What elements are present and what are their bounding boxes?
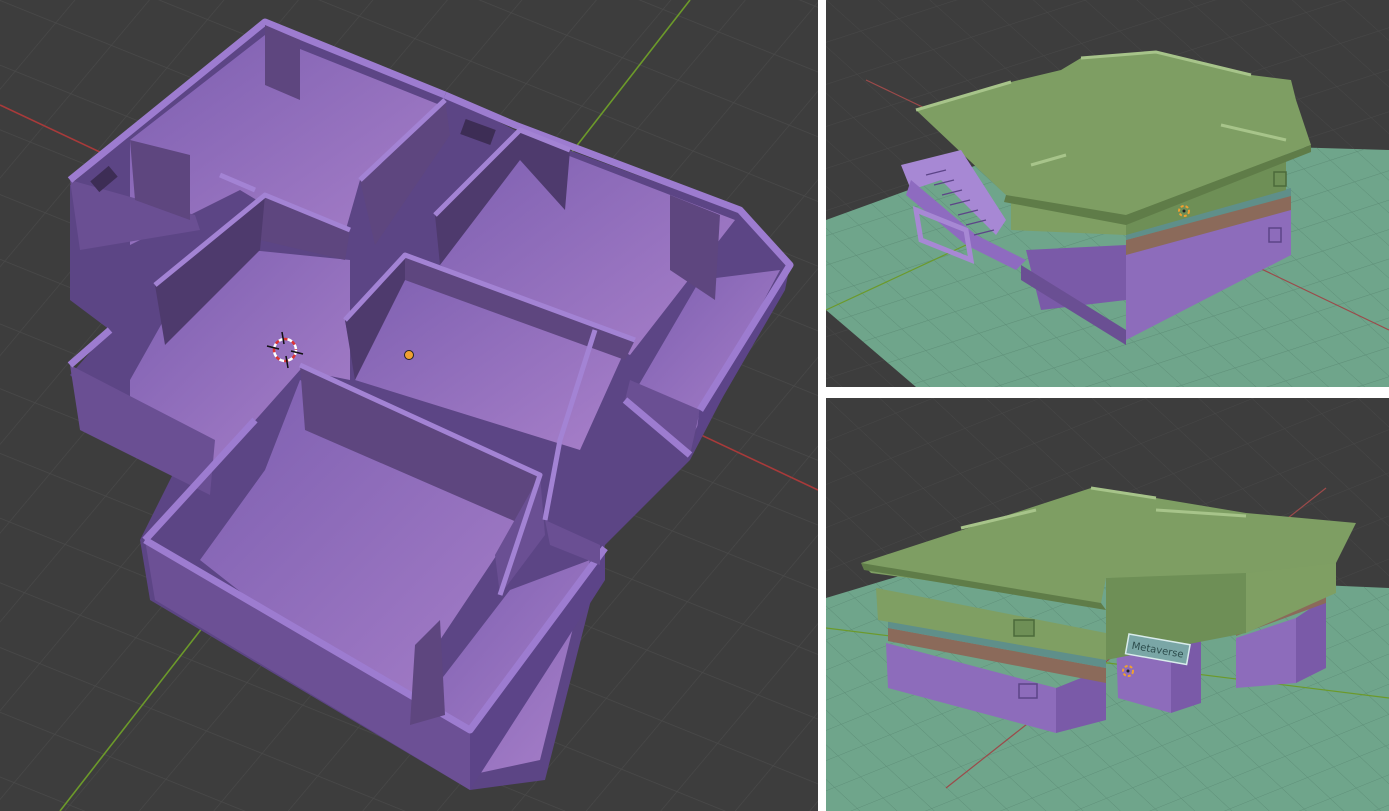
viewport-building-front[interactable]: Metaverse xyxy=(826,398,1389,811)
window-upper xyxy=(1273,171,1287,187)
building-rear-scene xyxy=(826,0,1389,387)
window-upper xyxy=(1013,619,1035,637)
viewport-building-rear[interactable] xyxy=(826,0,1389,387)
floorplan-scene xyxy=(0,0,818,811)
building-front-scene: Metaverse xyxy=(826,398,1389,811)
origin-point-icon[interactable] xyxy=(404,350,414,360)
viewport-floorplan[interactable] xyxy=(0,0,818,811)
window-lower xyxy=(1268,227,1282,243)
window-lower xyxy=(1018,683,1038,699)
